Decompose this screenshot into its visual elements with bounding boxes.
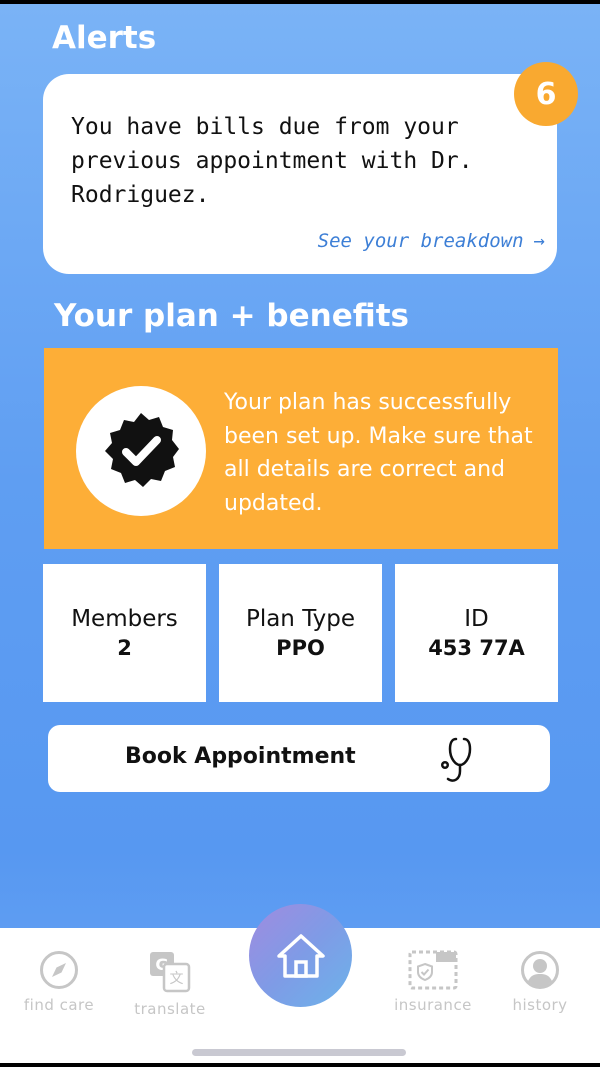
see-breakdown-link[interactable]: See your breakdown → <box>318 230 545 252</box>
member-id-card[interactable]: ID 453 77A <box>395 564 558 702</box>
member-id-value: 453 77A <box>428 636 525 660</box>
translate-icon: G 文 <box>150 952 191 993</box>
members-value: 2 <box>117 636 132 660</box>
alert-count-badge: 6 <box>514 62 578 126</box>
plan-status-text: Your plan has successfully been set up. … <box>224 390 533 516</box>
member-id-label: ID <box>464 606 489 632</box>
book-appointment-button[interactable]: Book Appointment <box>48 725 550 792</box>
plan-status-banner: Your plan has successfully been set up. … <box>44 348 558 549</box>
alert-message: You have bills due from your previous ap… <box>71 114 473 208</box>
home-icon <box>276 933 325 978</box>
tab-insurance[interactable]: insurance <box>378 950 488 1014</box>
alert-card[interactable]: You have bills due from your previous ap… <box>43 74 557 274</box>
plan-heading: Your plan + benefits <box>54 298 409 334</box>
alerts-heading: Alerts <box>52 20 157 56</box>
tab-translate[interactable]: G 文 translate <box>115 950 225 1018</box>
stethoscope-icon <box>441 737 472 782</box>
book-appointment-label: Book Appointment <box>125 744 356 769</box>
compass-icon <box>40 951 78 989</box>
plan-type-label: Plan Type <box>245 606 356 632</box>
arrow-right-icon: → <box>533 230 545 252</box>
see-breakdown-label: See your breakdown <box>317 230 524 252</box>
app-screen: Alerts You have bills due from your prev… <box>0 4 600 1063</box>
tab-history-label: history <box>512 996 568 1014</box>
svg-text:文: 文 <box>170 971 184 987</box>
tab-history[interactable]: history <box>485 950 595 1014</box>
home-indicator <box>192 1049 406 1056</box>
tab-insurance-label: insurance <box>394 996 472 1014</box>
insurance-card-icon <box>408 950 458 990</box>
tab-translate-label: translate <box>134 1000 206 1018</box>
profile-icon <box>521 951 559 989</box>
verified-badge-icon <box>76 386 206 516</box>
tab-find-care[interactable]: find care <box>4 950 114 1014</box>
members-card[interactable]: Members 2 <box>43 564 206 702</box>
members-label: Members <box>71 606 178 632</box>
plan-type-value: PPO <box>276 636 325 660</box>
tab-find-care-label: find care <box>23 996 95 1014</box>
plan-type-card[interactable]: Plan Type PPO <box>219 564 382 702</box>
tab-home-button[interactable] <box>249 904 352 1007</box>
